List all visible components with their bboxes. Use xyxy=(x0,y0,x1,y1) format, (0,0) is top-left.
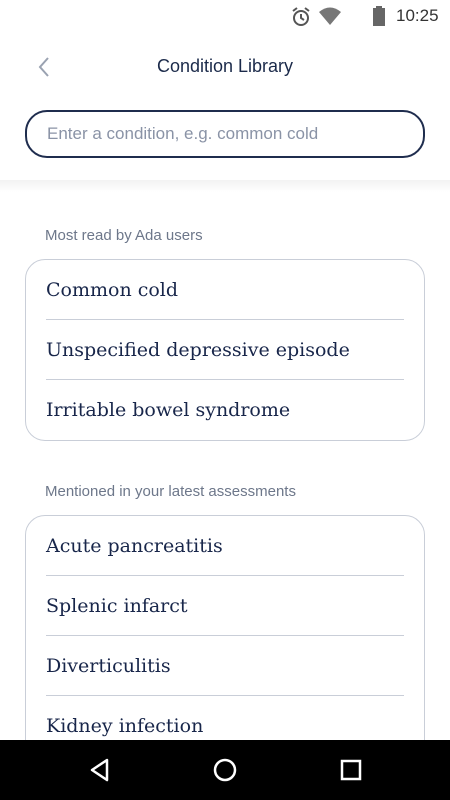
alarm-icon xyxy=(292,7,310,26)
nav-back-button[interactable] xyxy=(85,755,115,785)
wifi-icon xyxy=(319,7,341,25)
nav-home-button[interactable] xyxy=(210,755,240,785)
page-title: Condition Library xyxy=(156,56,294,76)
most-read-list: Common cold Unspecified depressive episo… xyxy=(25,259,425,441)
latest-assessments-list: Acute pancreatitis Splenic infarct Diver… xyxy=(25,515,425,775)
nav-recent-apps-button[interactable] xyxy=(336,755,366,785)
section-label-latest-assessments: Mentioned in your latest assessments xyxy=(45,483,296,500)
list-item[interactable]: Diverticulitis xyxy=(46,636,404,696)
list-item[interactable]: Unspecified depressive episode xyxy=(46,320,404,380)
nav-recent-apps-icon xyxy=(340,759,362,781)
search-container xyxy=(25,110,425,158)
navigation-bar xyxy=(0,740,450,800)
list-item[interactable]: Common cold xyxy=(46,260,404,320)
divider xyxy=(0,180,450,192)
list-item[interactable]: Splenic infarct xyxy=(46,576,404,636)
battery-icon xyxy=(373,6,385,26)
nav-back-icon xyxy=(90,758,109,782)
status-bar: 10:25 xyxy=(0,0,450,34)
list-item[interactable]: Acute pancreatitis xyxy=(46,516,404,576)
header: Condition Library xyxy=(0,34,450,100)
list-item[interactable]: Irritable bowel syndrome xyxy=(46,380,404,440)
section-label-most-read: Most read by Ada users xyxy=(45,227,203,244)
search-input[interactable] xyxy=(25,110,425,158)
clock-time: 10:25 xyxy=(396,6,439,25)
nav-home-icon xyxy=(213,758,237,782)
